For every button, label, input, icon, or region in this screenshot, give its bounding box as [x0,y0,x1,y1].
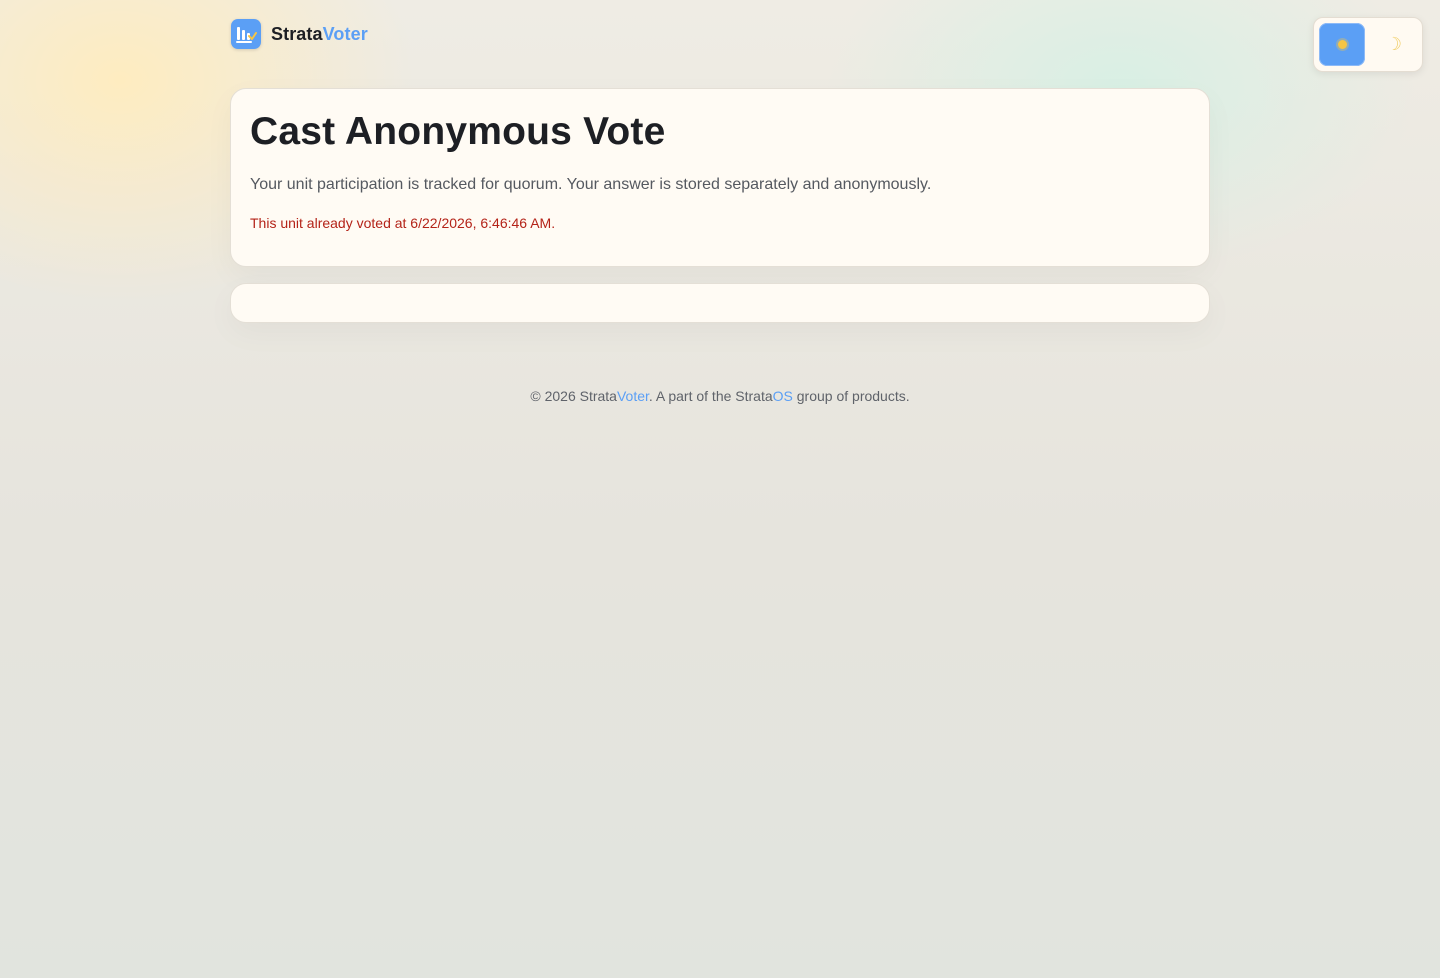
brand[interactable]: StrataVoter [231,19,368,49]
footer: © 2026 StrataVoter. A part of the Strata… [0,388,1440,404]
moon-icon: ☽ [1385,34,1403,55]
bar-chart-check-icon [231,19,261,49]
dark-theme-button[interactable]: ☽ [1371,23,1417,66]
sun-icon [1337,40,1347,49]
page: StrataVoter ☽ Cast Anonymous Vote Your u… [0,0,1440,978]
footer-product-link[interactable]: Voter [617,388,649,404]
footer-prefix: © 2026 Strata [530,388,617,404]
vote-card: Cast Anonymous Vote Your unit participat… [230,88,1210,267]
footer-middle: . A part of the Strata [648,388,773,404]
theme-toggle: ☽ [1313,17,1423,72]
vote-description: Your unit participation is tracked for q… [250,175,932,193]
brand-name-strata: Strata [271,23,323,44]
vote-form-card [230,283,1210,323]
brand-name-voter: Voter [322,23,368,44]
page-title: Cast Anonymous Vote [250,110,666,153]
footer-group-link[interactable]: OS [773,388,793,404]
already-voted-message: This unit already voted at 6/22/2026, 6:… [250,214,556,231]
footer-suffix: group of products. [792,388,910,404]
brand-name: StrataVoter [271,24,368,45]
light-theme-button[interactable] [1319,23,1365,66]
